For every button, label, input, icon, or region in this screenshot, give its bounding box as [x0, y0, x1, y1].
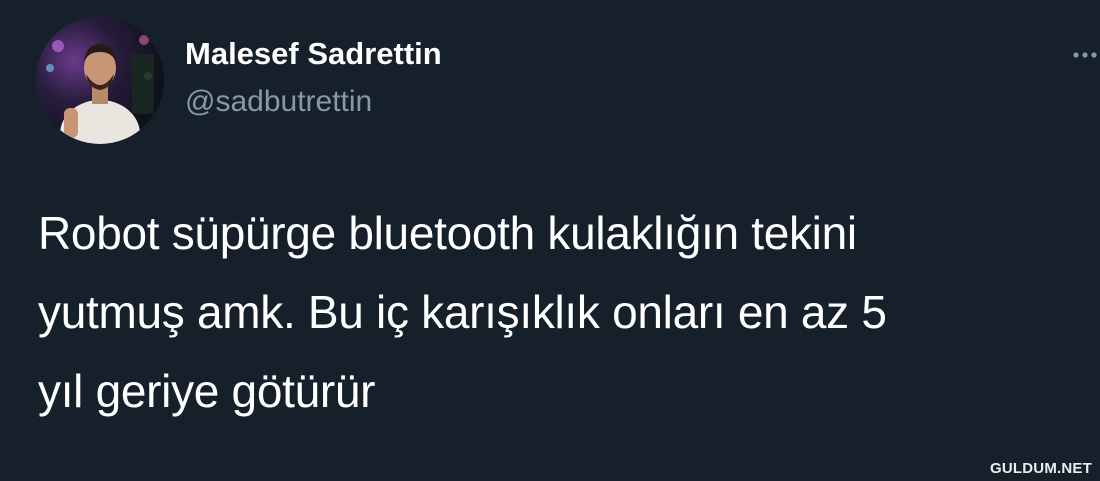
user-handle[interactable]: @sadbutrettin: [185, 85, 372, 119]
avatar-photo: [36, 16, 164, 144]
display-name[interactable]: Malesef Sadrettin: [185, 36, 442, 72]
more-options-button[interactable]: [1064, 40, 1100, 70]
tweet-text-line: yıl geriye götürür: [38, 365, 376, 417]
tweet-text: Robot süpürge bluetooth kulaklığın tekin…: [38, 194, 1078, 431]
tweet-card: Malesef Sadrettin @sadbutrettin Robot sü…: [0, 0, 1100, 481]
watermark: GULDUM.NET: [990, 460, 1092, 477]
tweet-text-line: yutmuş amk. Bu iç karışıklık onları en a…: [38, 286, 887, 338]
avatar[interactable]: [36, 16, 164, 144]
tweet-text-line: Robot süpürge bluetooth kulaklığın tekin…: [38, 207, 857, 259]
more-horizontal-icon: [1073, 52, 1097, 58]
